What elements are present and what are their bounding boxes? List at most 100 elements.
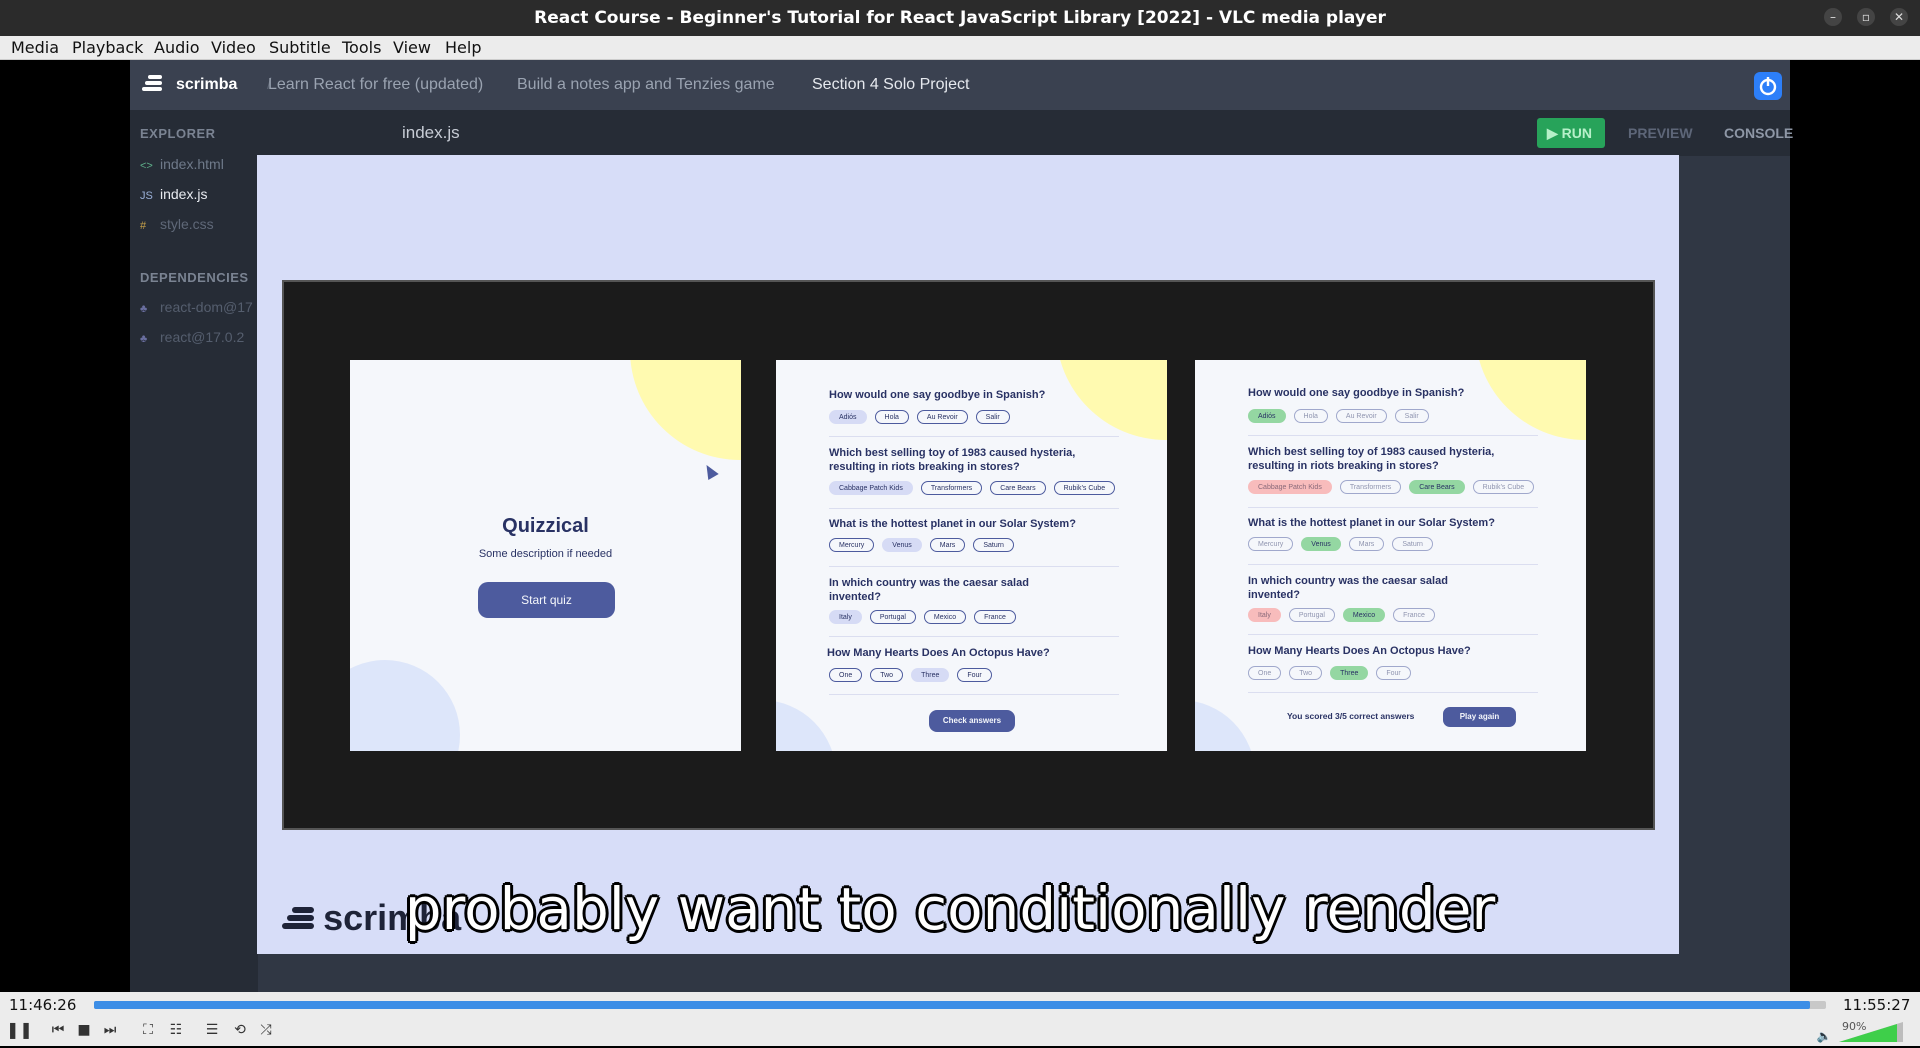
play-icon: ▶ <box>1547 125 1558 141</box>
file-style-css[interactable]: # style.css <box>140 216 214 232</box>
answer-option[interactable]: Saturn <box>973 538 1014 552</box>
answer-option: Mars <box>1348 537 1385 551</box>
menu-audio[interactable]: Audio <box>154 38 199 57</box>
css-file-icon: # <box>140 220 147 232</box>
loop-icon[interactable]: ⟲ <box>228 1018 252 1042</box>
package-icon: ♣ <box>140 333 148 345</box>
decor-blob-yellow <box>1475 360 1586 440</box>
explorer-sidebar: EXPLORER <> index.html JS index.js # style.… <box>130 110 258 992</box>
divider <box>829 566 1119 567</box>
menu-subtitle[interactable]: Subtitle <box>269 38 331 57</box>
preview-tab[interactable]: PREVIEW <box>1618 118 1703 148</box>
minimize-button[interactable]: – <box>1824 8 1842 26</box>
cursor-icon <box>701 461 719 481</box>
answer-option-correct: Care Bears <box>1409 480 1465 494</box>
answer-option[interactable]: Cabbage Patch Kids <box>829 481 913 495</box>
menu-view[interactable]: View <box>393 38 431 57</box>
console-tab[interactable]: CONSOLE <box>1714 118 1803 148</box>
answer-option[interactable]: Four <box>957 668 992 682</box>
start-quiz-button[interactable]: Start quiz <box>478 582 615 618</box>
quiz-results-card: How would one say goodbye in Spanish? Ad… <box>1195 360 1586 751</box>
answer-option[interactable]: Rubik’s Cube <box>1053 481 1116 495</box>
editor-tab[interactable]: index.js <box>402 123 460 143</box>
window-titlebar: React Course - Beginner's Tutorial for R… <box>0 0 1920 36</box>
question-text: How would one say goodbye in Spanish? <box>1248 387 1465 399</box>
pause-button[interactable]: ❚❚ <box>6 1018 33 1042</box>
decor-blob-yellow <box>1056 360 1167 440</box>
breadcrumb-course[interactable]: Learn React for free (updated) <box>268 76 483 94</box>
playlist-icon[interactable]: ☰ <box>200 1018 224 1042</box>
answer-option[interactable]: Au Revoir <box>916 410 968 424</box>
answer-option[interactable]: France <box>974 610 1016 624</box>
question-text: In which country was the caesar salad in… <box>1248 575 1448 601</box>
fullscreen-icon[interactable]: ⛶ <box>136 1018 160 1042</box>
divider <box>829 694 1119 695</box>
file-index-js[interactable]: JS index.js <box>140 186 207 202</box>
answer-options: Cabbage Patch Kids Transformers Care Bea… <box>1248 480 1535 494</box>
shuffle-icon[interactable]: ⤮ <box>254 1018 278 1042</box>
answer-option[interactable]: Hola <box>874 410 909 424</box>
close-button[interactable]: ✕ <box>1890 8 1908 26</box>
answer-option[interactable]: Two <box>870 668 904 682</box>
answer-option[interactable]: Portugal <box>869 610 916 624</box>
question-text: Which best selling toy of 1983 caused hy… <box>1248 446 1495 472</box>
dependency-react[interactable]: ♣ react@17.0.2 <box>140 329 244 345</box>
answer-option[interactable]: Mexico <box>923 610 967 624</box>
file-index-html[interactable]: <> index.html <box>140 156 224 172</box>
answer-option[interactable]: Salir <box>975 410 1010 424</box>
answer-option[interactable]: Transformers <box>920 481 983 495</box>
menu-help[interactable]: Help <box>445 38 481 57</box>
answer-option[interactable]: Three <box>911 668 950 682</box>
volume-slider[interactable] <box>1839 1022 1903 1042</box>
dependencies-heading: DEPENDENCIES <box>140 270 249 285</box>
answer-option: One <box>1248 666 1282 680</box>
menu-tools[interactable]: Tools <box>342 38 381 57</box>
question-text: How would one say goodbye in Spanish? <box>829 389 1046 401</box>
next-icon[interactable]: ⏭ <box>98 1018 122 1042</box>
answer-option: Two <box>1289 666 1323 680</box>
divider <box>1248 564 1538 565</box>
answer-options: Mercury Venus Mars Saturn <box>1248 537 1433 551</box>
play-again-button[interactable]: Play again <box>1443 707 1516 727</box>
elapsed-time: 11:46:26 <box>9 996 77 1014</box>
divider <box>1248 634 1538 635</box>
answer-option: Hola <box>1293 409 1328 423</box>
dependency-label: react@17.0.2 <box>160 329 245 345</box>
divider <box>1248 507 1538 508</box>
question-text: How Many Hearts Does An Octopus Have? <box>827 647 1050 659</box>
menu-video[interactable]: Video <box>211 38 256 57</box>
answer-options: Italy Portugal Mexico France <box>829 610 1016 624</box>
answer-options: Cabbage Patch Kids Transformers Care Bea… <box>829 481 1116 495</box>
previous-icon[interactable]: ⏮ <box>46 1018 70 1042</box>
dependency-react-dom[interactable]: ♣ react-dom@17 <box>140 299 253 315</box>
answer-option-correct: Three <box>1330 666 1369 680</box>
answer-option: Transformers <box>1339 480 1402 494</box>
speaker-icon[interactable]: 🔈 <box>1812 1024 1836 1048</box>
check-answers-button[interactable]: Check answers <box>929 710 1015 732</box>
divider <box>829 508 1119 509</box>
maximize-button[interactable]: ▫ <box>1857 8 1875 26</box>
menu-media[interactable]: Media <box>11 38 59 57</box>
breadcrumb-module[interactable]: Build a notes app and Tenzies game <box>517 76 775 94</box>
answer-option[interactable]: Mercury <box>829 538 875 552</box>
stop-icon[interactable]: ■ <box>72 1018 96 1042</box>
menu-playback[interactable]: Playback <box>72 38 143 57</box>
file-label: index.html <box>160 156 224 172</box>
extended-settings-icon[interactable]: ☷ <box>164 1018 188 1042</box>
answer-option[interactable]: Italy <box>829 610 862 624</box>
answer-option: Mercury <box>1248 537 1294 551</box>
run-button[interactable]: ▶ RUN <box>1537 118 1605 148</box>
scrimba-logo-text: scrimba <box>176 76 238 93</box>
answer-option[interactable]: Adiós <box>829 410 867 424</box>
run-label: RUN <box>1561 125 1593 141</box>
divider <box>1248 692 1538 693</box>
answer-option-wrong: Italy <box>1248 608 1281 622</box>
decor-blob-blue <box>776 700 836 751</box>
answer-option[interactable]: Care Bears <box>990 481 1046 495</box>
answer-option[interactable]: Mars <box>929 538 966 552</box>
question-text: What is the hottest planet in our Solar … <box>829 518 1076 530</box>
answer-option[interactable]: Venus <box>882 538 922 552</box>
power-icon[interactable] <box>1754 72 1782 100</box>
answer-option: Salir <box>1394 409 1429 423</box>
answer-option[interactable]: One <box>829 668 863 682</box>
